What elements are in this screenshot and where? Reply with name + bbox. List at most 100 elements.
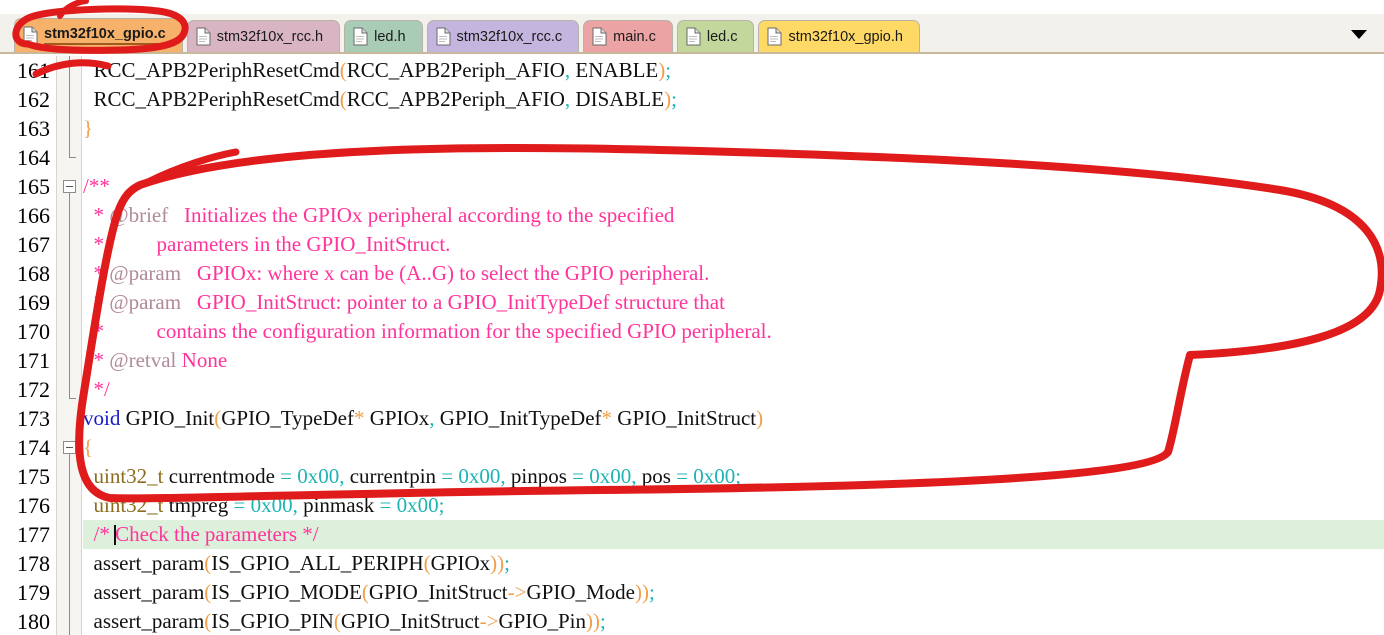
file-icon bbox=[353, 27, 368, 46]
file-icon bbox=[767, 27, 782, 46]
editor-tab-label: main.c bbox=[613, 28, 656, 45]
line-number-row: 179 bbox=[0, 578, 56, 607]
fold-guide-line bbox=[69, 193, 70, 398]
code-line-text: /** bbox=[83, 174, 110, 198]
line-number-row: 174 bbox=[0, 433, 56, 462]
line-number: 174 bbox=[17, 435, 50, 460]
code-line[interactable]: * parameters in the GPIO_InitStruct. bbox=[83, 230, 1384, 259]
editor-tab-bar: stm32f10x_gpio.c stm32f10x_rcc.h led.h stm3… bbox=[0, 14, 1384, 54]
code-line-text: * @retval None bbox=[83, 348, 228, 372]
code-line[interactable]: void GPIO_Init(GPIO_TypeDef* GPIOx, GPIO… bbox=[83, 404, 1384, 433]
line-number: 161 bbox=[17, 58, 50, 83]
code-line[interactable]: * @param GPIO_InitStruct: pointer to a G… bbox=[83, 288, 1384, 317]
line-number-row: 168 bbox=[0, 259, 56, 288]
code-line[interactable]: uint32_t currentmode = 0x00, currentpin … bbox=[83, 462, 1384, 491]
code-line[interactable]: /* Check the parameters */ bbox=[83, 520, 1384, 549]
line-number-row: 178 bbox=[0, 549, 56, 578]
code-line-text: RCC_APB2PeriphResetCmd(RCC_APB2Periph_AF… bbox=[93, 87, 677, 111]
editor-tab-label: stm32f10x_gpio.c bbox=[44, 26, 168, 45]
code-line[interactable]: * @param GPIOx: where x can be (A..G) to… bbox=[83, 259, 1384, 288]
code-folding-gutter[interactable] bbox=[56, 56, 82, 635]
code-line-text: * @param GPIO_InitStruct: pointer to a G… bbox=[83, 290, 725, 314]
code-line[interactable] bbox=[83, 143, 1384, 172]
line-number-gutter: 161 162 163 164 165 166 167 168 169 170 171 172 173 1… bbox=[0, 56, 56, 635]
line-number-row: 172 bbox=[0, 375, 56, 404]
line-number: 163 bbox=[17, 116, 50, 141]
code-editor[interactable]: 161 162 163 164 165 166 167 168 169 170 171 172 173 1… bbox=[0, 56, 1384, 635]
code-line[interactable]: { bbox=[83, 433, 1384, 462]
editor-tab-stm32f10x-rcc-h[interactable]: stm32f10x_rcc.h bbox=[186, 20, 341, 52]
line-number: 169 bbox=[17, 290, 50, 315]
text-cursor bbox=[114, 525, 117, 545]
fold-toggle-box[interactable] bbox=[63, 441, 76, 454]
fold-row bbox=[57, 404, 81, 433]
code-line-text: * @param GPIOx: where x can be (A..G) to… bbox=[83, 261, 710, 285]
editor-tab-stm32f10x-gpio-c[interactable]: stm32f10x_gpio.c bbox=[14, 18, 183, 52]
editor-tab-label: stm32f10x_rcc.c bbox=[456, 28, 563, 45]
editor-tab-led-c[interactable]: led.c bbox=[676, 20, 755, 52]
code-line[interactable]: assert_param(IS_GPIO_MODE(GPIO_InitStruc… bbox=[83, 578, 1384, 607]
fold-guide-line bbox=[69, 56, 70, 157]
line-number: 172 bbox=[17, 377, 50, 402]
code-text-area[interactable]: RCC_APB2PeriphResetCmd(RCC_APB2Periph_AF… bbox=[83, 56, 1384, 635]
line-number: 170 bbox=[17, 319, 50, 344]
file-icon bbox=[436, 27, 451, 46]
editor-tab-label: led.c bbox=[706, 28, 738, 45]
fold-guide-end bbox=[69, 398, 76, 399]
line-number: 175 bbox=[17, 464, 50, 489]
code-line[interactable]: RCC_APB2PeriphResetCmd(RCC_APB2Periph_AF… bbox=[83, 85, 1384, 114]
line-number: 171 bbox=[17, 348, 50, 373]
code-line[interactable]: * contains the configuration information… bbox=[83, 317, 1384, 346]
line-number-row: 176 bbox=[0, 491, 56, 520]
fold-toggle-box[interactable] bbox=[63, 180, 76, 193]
line-number-row: 180 bbox=[0, 607, 56, 635]
code-line[interactable]: /** bbox=[83, 172, 1384, 201]
code-line[interactable]: uint32_t tmpreg = 0x00, pinmask = 0x00; bbox=[83, 491, 1384, 520]
code-line-text: * parameters in the GPIO_InitStruct. bbox=[83, 232, 451, 256]
code-line[interactable]: } bbox=[83, 114, 1384, 143]
line-number: 180 bbox=[17, 609, 50, 634]
code-line-text: assert_param(IS_GPIO_PIN(GPIO_InitStruct… bbox=[93, 609, 606, 633]
file-icon bbox=[196, 27, 211, 46]
code-line-text: /* Check the parameters */ bbox=[83, 522, 319, 546]
editor-window: stm32f10x_gpio.c stm32f10x_rcc.h led.h stm3… bbox=[0, 0, 1384, 635]
fold-guide-end bbox=[69, 157, 76, 158]
line-number: 166 bbox=[17, 203, 50, 228]
line-number-row: 165 bbox=[0, 172, 56, 201]
code-line[interactable]: RCC_APB2PeriphResetCmd(RCC_APB2Periph_AF… bbox=[83, 56, 1384, 85]
line-number: 164 bbox=[17, 145, 50, 170]
line-number: 162 bbox=[17, 87, 50, 112]
code-line[interactable]: */ bbox=[83, 375, 1384, 404]
line-number: 176 bbox=[17, 493, 50, 518]
line-number-row: 162 bbox=[0, 85, 56, 114]
editor-tab-led-h[interactable]: led.h bbox=[344, 20, 423, 52]
editor-tab-stm32f10x-rcc-c[interactable]: stm32f10x_rcc.c bbox=[426, 20, 580, 52]
code-line-text: void GPIO_Init(GPIO_TypeDef* GPIOx, GPIO… bbox=[83, 406, 764, 430]
code-line-text: assert_param(IS_GPIO_ALL_PERIPH(GPIOx)); bbox=[93, 551, 511, 575]
line-number-row: 177 bbox=[0, 520, 56, 549]
editor-tab-label: stm32f10x_rcc.h bbox=[216, 28, 324, 45]
line-number-row: 164 bbox=[0, 143, 56, 172]
editor-tab-label: led.h bbox=[374, 28, 406, 45]
code-line[interactable]: assert_param(IS_GPIO_ALL_PERIPH(GPIOx)); bbox=[83, 549, 1384, 578]
editor-tab-stm32f10x-gpio-h[interactable]: stm32f10x_gpio.h bbox=[758, 20, 920, 52]
line-number: 165 bbox=[17, 174, 50, 199]
code-line-text: RCC_APB2PeriphResetCmd(RCC_APB2Periph_AF… bbox=[93, 58, 672, 82]
line-number-row: 167 bbox=[0, 230, 56, 259]
code-line-text: * @brief Initializes the GPIOx periphera… bbox=[83, 203, 675, 227]
code-line-text: uint32_t tmpreg = 0x00, pinmask = 0x00; bbox=[93, 493, 445, 517]
line-number: 168 bbox=[17, 261, 50, 286]
code-line[interactable]: * @brief Initializes the GPIOx periphera… bbox=[83, 201, 1384, 230]
code-line-text: } bbox=[83, 116, 94, 140]
code-line[interactable]: assert_param(IS_GPIO_PIN(GPIO_InitStruct… bbox=[83, 607, 1384, 635]
line-number: 177 bbox=[17, 522, 50, 547]
code-line[interactable]: * @retval None bbox=[83, 346, 1384, 375]
editor-tab-main-c[interactable]: main.c bbox=[583, 20, 673, 52]
file-icon bbox=[592, 27, 607, 46]
tab-scroll-chevron-down-icon[interactable] bbox=[1348, 23, 1370, 45]
line-number-row: 169 bbox=[0, 288, 56, 317]
line-number: 178 bbox=[17, 551, 50, 576]
line-number-row: 163 bbox=[0, 114, 56, 143]
chevron-down-icon bbox=[1351, 29, 1367, 39]
file-icon bbox=[686, 27, 701, 46]
